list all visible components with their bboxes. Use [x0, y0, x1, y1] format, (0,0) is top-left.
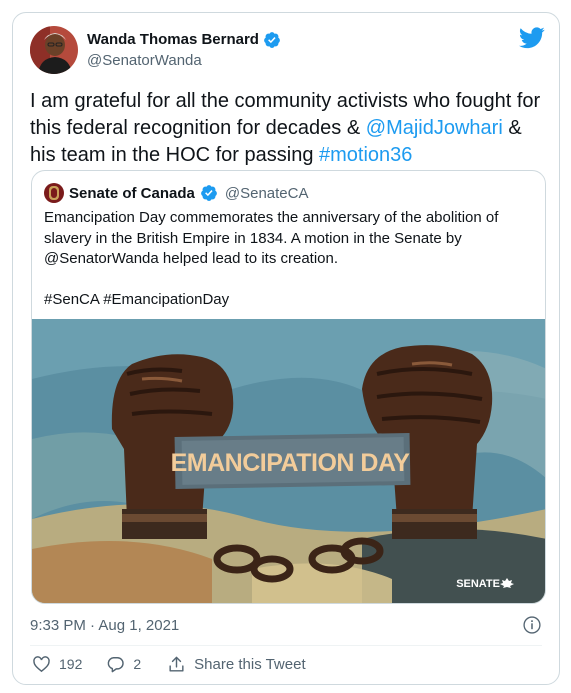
- info-icon[interactable]: [522, 615, 542, 635]
- quote-hashtags: #SenCA #EmancipationDay: [44, 291, 230, 308]
- verified-badge-icon: [200, 185, 217, 201]
- hashtag-link[interactable]: #motion36: [319, 144, 412, 166]
- quote-header: Senate of Canada @SenateCA: [44, 183, 308, 203]
- reply-count: 2: [133, 656, 142, 672]
- tweet-card: Wanda Thomas Bernard @SenatorWanda I am …: [12, 12, 560, 685]
- quote-author-name: Senate of Canada: [69, 184, 195, 202]
- author-avatar[interactable]: [30, 26, 78, 74]
- tweet-timestamp[interactable]: 9:33 PM · Aug 1, 2021: [30, 617, 179, 634]
- share-icon: [169, 656, 184, 672]
- twitter-bird-icon[interactable]: [519, 27, 545, 49]
- heart-icon: [33, 655, 50, 672]
- image-banner-text: EMANCIPATION DAY: [171, 449, 411, 477]
- author-handle[interactable]: @SenatorWanda: [87, 51, 281, 71]
- verified-badge-icon: [264, 32, 280, 48]
- share-button[interactable]: Share this Tweet: [167, 655, 306, 674]
- share-label: Share this Tweet: [194, 655, 306, 673]
- quote-body: Emancipation Day commemorates the annive…: [44, 209, 499, 267]
- reply-bubble-icon: [108, 656, 125, 672]
- reply-button[interactable]: 2: [106, 655, 141, 674]
- author-name[interactable]: Wanda Thomas Bernard: [87, 30, 259, 50]
- senate-avatar: [44, 183, 64, 203]
- mention-link[interactable]: @MajidJowhari: [366, 117, 503, 139]
- quote-text: Emancipation Day commemorates the annive…: [44, 208, 536, 331]
- tweet-actions: 192 2 Share this Tweet: [32, 653, 306, 675]
- like-button[interactable]: 192: [32, 655, 82, 674]
- divider: [30, 645, 542, 646]
- author-name-row[interactable]: Wanda Thomas Bernard: [87, 30, 281, 50]
- like-count: 192: [59, 656, 83, 672]
- tweet-text: I am grateful for all the community acti…: [30, 88, 545, 169]
- quoted-tweet[interactable]: Senate of Canada @SenateCA Emancipation …: [31, 170, 546, 604]
- author-block: Wanda Thomas Bernard @SenatorWanda: [87, 30, 281, 71]
- emancipation-day-image[interactable]: EMANCIPATION DAY SENATE: [32, 319, 545, 603]
- quote-author-handle: @SenateCA: [224, 184, 309, 202]
- senate-watermark: SENATE: [456, 578, 500, 590]
